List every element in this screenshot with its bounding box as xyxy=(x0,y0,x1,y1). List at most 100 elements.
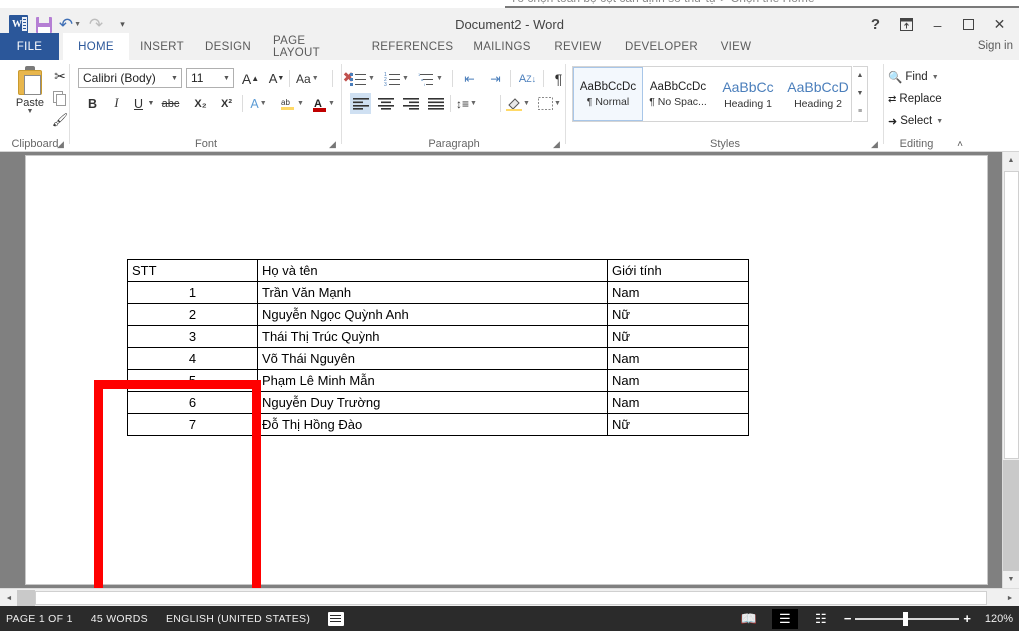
underline-caret-icon[interactable]: ▼ xyxy=(146,93,156,114)
page-indicator[interactable]: PAGE 1 OF 1 xyxy=(6,613,73,625)
subscript-button[interactable]: X₂ xyxy=(190,93,211,114)
text-effects-icon[interactable]: A▼ xyxy=(248,93,269,114)
tab-home[interactable]: HOME xyxy=(63,33,129,60)
center-icon[interactable] xyxy=(375,93,396,114)
tab-design[interactable]: DESIGN xyxy=(195,33,261,60)
text-highlight-color-icon[interactable]: ab ▼ xyxy=(280,93,304,114)
tab-page-layout[interactable]: PAGE LAYOUT xyxy=(263,33,363,60)
grow-font-icon[interactable]: A▲ xyxy=(240,68,261,89)
cell-name[interactable]: Trần Văn Mạnh xyxy=(258,282,608,304)
tab-insert[interactable]: INSERT xyxy=(131,33,193,60)
print-layout-icon[interactable]: ☰ xyxy=(772,609,798,629)
bold-button[interactable]: B xyxy=(82,93,103,114)
clipboard-dialog-launcher[interactable]: ◢ xyxy=(57,139,67,149)
style-item-heading-1[interactable]: AaBbCc Heading 1 xyxy=(713,67,783,121)
styles-scroll-down-icon[interactable]: ▼ xyxy=(857,85,864,103)
zoom-slider[interactable]: − + xyxy=(844,612,971,625)
sign-in-link[interactable]: Sign in xyxy=(978,33,1013,60)
cell-name[interactable]: Nguyễn Ngọc Quỳnh Anh xyxy=(258,304,608,326)
cell-sex[interactable]: Nam xyxy=(608,392,749,414)
font-color-icon[interactable]: A ▼ xyxy=(313,93,335,114)
horizontal-scroll-track[interactable] xyxy=(17,590,35,606)
tab-mailings[interactable]: MAILINGS xyxy=(462,33,542,60)
style-item-no-spacing[interactable]: AaBbCcDc ¶ No Spac... xyxy=(643,67,713,121)
tab-file[interactable]: FILE xyxy=(0,33,59,60)
replace-button[interactable]: ⇄ Replace xyxy=(888,88,942,110)
font-size-input[interactable]: 11 ▼ xyxy=(186,68,234,88)
shrink-font-icon[interactable]: A▼ xyxy=(266,68,287,89)
cell-name[interactable]: Võ Thái Nguyên xyxy=(258,348,608,370)
numbering-icon[interactable]: 123 ▼ xyxy=(384,68,409,89)
cell-stt[interactable]: 4 xyxy=(128,348,258,370)
cell-stt[interactable]: 1 xyxy=(128,282,258,304)
cell-stt[interactable]: 2 xyxy=(128,304,258,326)
word-count[interactable]: 45 WORDS xyxy=(91,613,148,625)
language-indicator[interactable]: ENGLISH (UNITED STATES) xyxy=(166,613,310,625)
cell-sex[interactable]: Nam xyxy=(608,282,749,304)
bullets-icon[interactable]: ▼ xyxy=(350,68,375,89)
cell-stt[interactable]: 3 xyxy=(128,326,258,348)
font-dialog-launcher[interactable]: ◢ xyxy=(329,139,339,149)
copy-icon[interactable] xyxy=(50,88,70,108)
web-layout-icon[interactable]: ☷ xyxy=(808,609,834,629)
find-button[interactable]: 🔍 Find ▼ xyxy=(888,66,939,88)
zoom-in-button[interactable]: + xyxy=(963,612,971,625)
scroll-left-button[interactable]: ◄ xyxy=(1,590,17,606)
line-spacing-icon[interactable]: ↕≡▼ xyxy=(456,93,477,114)
align-left-icon[interactable] xyxy=(350,93,371,114)
vertical-scroll-track[interactable] xyxy=(1003,460,1019,571)
superscript-button[interactable]: X² xyxy=(216,93,237,114)
zoom-level[interactable]: 120% xyxy=(981,613,1013,625)
tab-references[interactable]: REFERENCES xyxy=(365,33,460,60)
cell-sex[interactable]: Nữ xyxy=(608,304,749,326)
tab-developer[interactable]: DEVELOPER xyxy=(614,33,709,60)
paragraph-dialog-launcher[interactable]: ◢ xyxy=(553,139,563,149)
align-right-icon[interactable] xyxy=(400,93,421,114)
horizontal-scroll-thumb[interactable] xyxy=(35,591,987,605)
cell-name[interactable]: Đỗ Thị Hồng Đào xyxy=(258,414,608,436)
cell-name[interactable]: Nguyễn Duy Trường xyxy=(258,392,608,414)
cell-sex[interactable]: Nam xyxy=(608,348,749,370)
styles-more-icon[interactable]: ≡ xyxy=(858,103,862,121)
cell-sex[interactable]: Nữ xyxy=(608,414,749,436)
borders-icon[interactable]: ▼ xyxy=(538,93,561,114)
collapse-ribbon-icon[interactable]: ˄ xyxy=(957,139,963,150)
style-item-normal[interactable]: AaBbCcDc ¶ Normal xyxy=(573,67,643,121)
font-size-caret-icon[interactable]: ▼ xyxy=(220,75,233,82)
cell-name[interactable]: Phạm Lê Minh Mẫn xyxy=(258,370,608,392)
multilevel-list-icon[interactable]: 1ai ▼ xyxy=(418,68,443,89)
paste-button[interactable]: Paste ▼ xyxy=(8,66,52,115)
scroll-down-button[interactable]: ▼ xyxy=(1003,571,1019,588)
style-item-heading-2[interactable]: AaBbCcD Heading 2 xyxy=(783,67,853,121)
cell-sex[interactable]: Nữ xyxy=(608,326,749,348)
zoom-handle[interactable] xyxy=(903,612,908,626)
increase-indent-icon[interactable]: ⇥ xyxy=(485,68,506,89)
justify-icon[interactable] xyxy=(425,93,446,114)
select-button[interactable]: ➜ Select ▼ xyxy=(888,110,943,132)
cell-name[interactable]: Thái Thị Trúc Quỳnh xyxy=(258,326,608,348)
scroll-up-button[interactable]: ▲ xyxy=(1003,152,1019,169)
cut-icon[interactable]: ✂ xyxy=(50,66,70,86)
tab-view[interactable]: VIEW xyxy=(711,33,761,60)
strikethrough-button[interactable]: abc xyxy=(160,93,181,114)
format-painter-icon[interactable]: 🖌 xyxy=(50,110,70,130)
vertical-scroll-thumb[interactable] xyxy=(1004,171,1019,459)
tab-review[interactable]: REVIEW xyxy=(544,33,612,60)
italic-button[interactable]: I xyxy=(106,93,127,114)
decrease-indent-icon[interactable]: ⇤ xyxy=(459,68,480,89)
styles-scroll-up-icon[interactable]: ▲ xyxy=(857,67,864,85)
proofing-icon[interactable] xyxy=(328,612,344,626)
find-caret-icon[interactable]: ▼ xyxy=(932,74,939,81)
shading-icon[interactable]: ▼ xyxy=(506,93,530,114)
font-name-caret-icon[interactable]: ▼ xyxy=(168,75,181,82)
change-case-icon[interactable]: Aa▼ xyxy=(296,68,319,89)
sort-icon[interactable]: AZ↓ xyxy=(517,68,538,89)
zoom-out-button[interactable]: − xyxy=(844,612,852,625)
vertical-scrollbar[interactable]: ▲ ▼ xyxy=(1002,152,1019,588)
zoom-track[interactable] xyxy=(855,618,959,620)
select-caret-icon[interactable]: ▼ xyxy=(936,118,943,125)
paste-dropdown-caret-icon[interactable]: ▼ xyxy=(8,109,52,115)
font-name-input[interactable]: Calibri (Body) ▼ xyxy=(78,68,182,88)
cell-sex[interactable]: Nam xyxy=(608,370,749,392)
horizontal-scrollbar[interactable]: ◄ ► xyxy=(0,588,1019,606)
